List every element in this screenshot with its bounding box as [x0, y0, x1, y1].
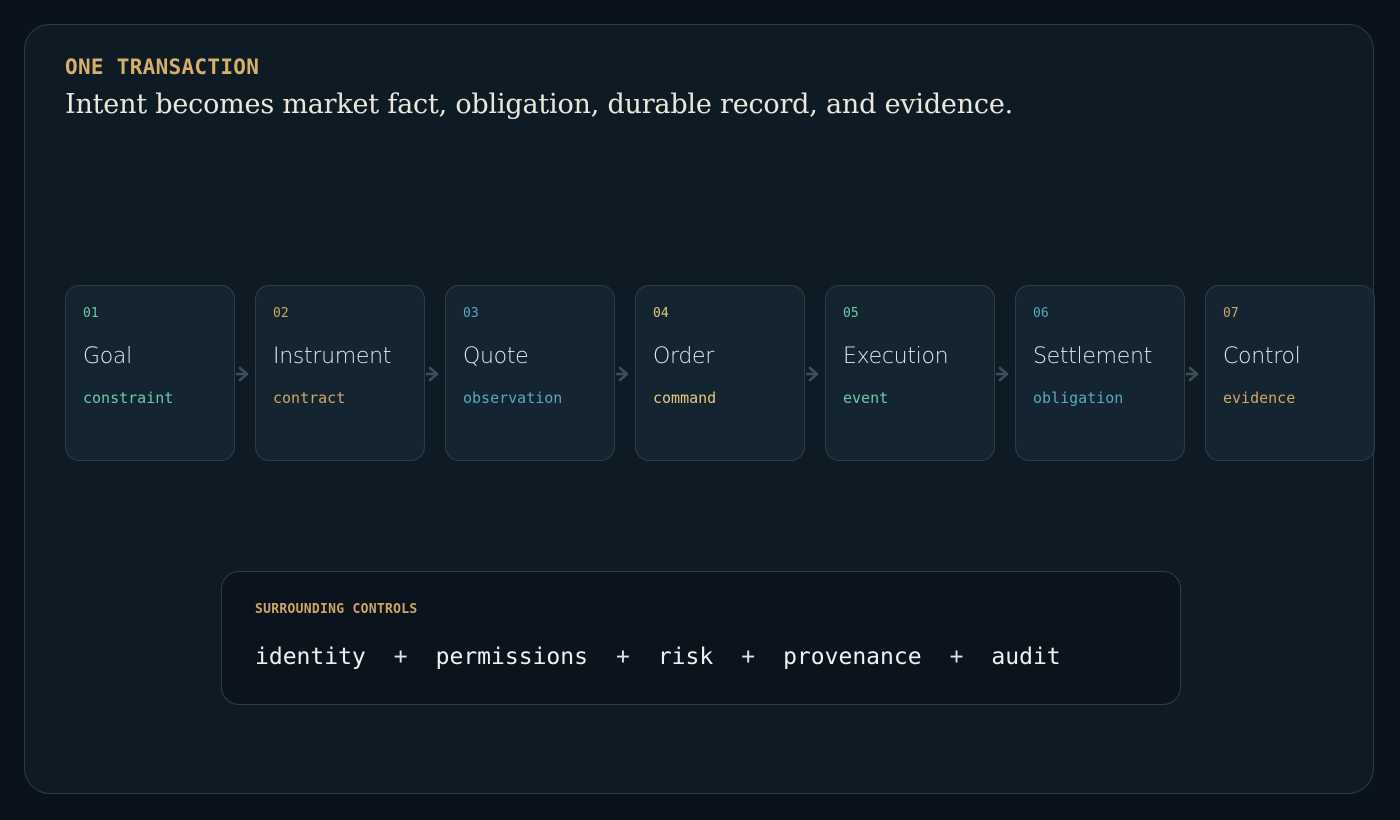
control-item-risk: risk — [657, 644, 714, 670]
step-title: Order — [653, 344, 715, 369]
chevron-right-icon — [806, 366, 819, 382]
chevron-right-icon — [236, 366, 249, 382]
step-kind: obligation — [1033, 389, 1124, 407]
step-card-execution: 05 Execution event — [825, 285, 995, 461]
control-item-provenance: provenance — [783, 644, 922, 670]
step-kind: command — [653, 389, 717, 407]
step-title: Control — [1223, 344, 1301, 369]
step-kind: observation — [463, 389, 563, 407]
step-title: Settlement — [1033, 344, 1152, 369]
step-kind: event — [843, 389, 889, 407]
surrounding-controls-panel: SURROUNDING CONTROLS identity + permissi… — [221, 571, 1181, 705]
plus-separator: + — [949, 644, 964, 670]
step-card-instrument: 02 Instrument contract — [255, 285, 425, 461]
chevron-right-icon — [616, 366, 629, 382]
control-item-identity: identity — [255, 644, 366, 670]
step-number: 06 — [1033, 306, 1049, 321]
section-eyebrow: ONE TRANSACTION — [65, 55, 260, 79]
plus-separator: + — [393, 644, 408, 670]
step-card-control: 07 Control evidence — [1205, 285, 1375, 461]
transaction-panel: ONE TRANSACTION Intent becomes market fa… — [24, 24, 1375, 794]
step-title: Execution — [843, 344, 949, 369]
step-title: Instrument — [273, 344, 392, 369]
step-title: Goal — [83, 344, 132, 369]
control-item-audit: audit — [991, 644, 1061, 670]
plus-separator: + — [741, 644, 756, 670]
controls-label: SURROUNDING CONTROLS — [255, 602, 418, 617]
step-card-quote: 03 Quote observation — [445, 285, 615, 461]
chevron-right-icon — [1186, 366, 1199, 382]
step-number: 02 — [273, 306, 289, 321]
chevron-right-icon — [996, 366, 1009, 382]
step-card-order: 04 Order command — [635, 285, 805, 461]
control-item-permissions: permissions — [435, 644, 588, 670]
step-number: 07 — [1223, 306, 1239, 321]
step-card-settlement: 06 Settlement obligation — [1015, 285, 1185, 461]
page-title: Intent becomes market fact, obligation, … — [65, 89, 1013, 120]
step-number: 01 — [83, 306, 99, 321]
step-kind: constraint — [83, 389, 174, 407]
step-number: 05 — [843, 306, 859, 321]
controls-list: identity + permissions + risk + provenan… — [255, 644, 1061, 670]
step-title: Quote — [463, 344, 529, 369]
step-number: 03 — [463, 306, 479, 321]
step-card-goal: 01 Goal constraint — [65, 285, 235, 461]
step-kind: contract — [273, 389, 346, 407]
chevron-right-icon — [426, 366, 439, 382]
plus-separator: + — [615, 644, 630, 670]
step-number: 04 — [653, 306, 669, 321]
step-kind: evidence — [1223, 389, 1296, 407]
